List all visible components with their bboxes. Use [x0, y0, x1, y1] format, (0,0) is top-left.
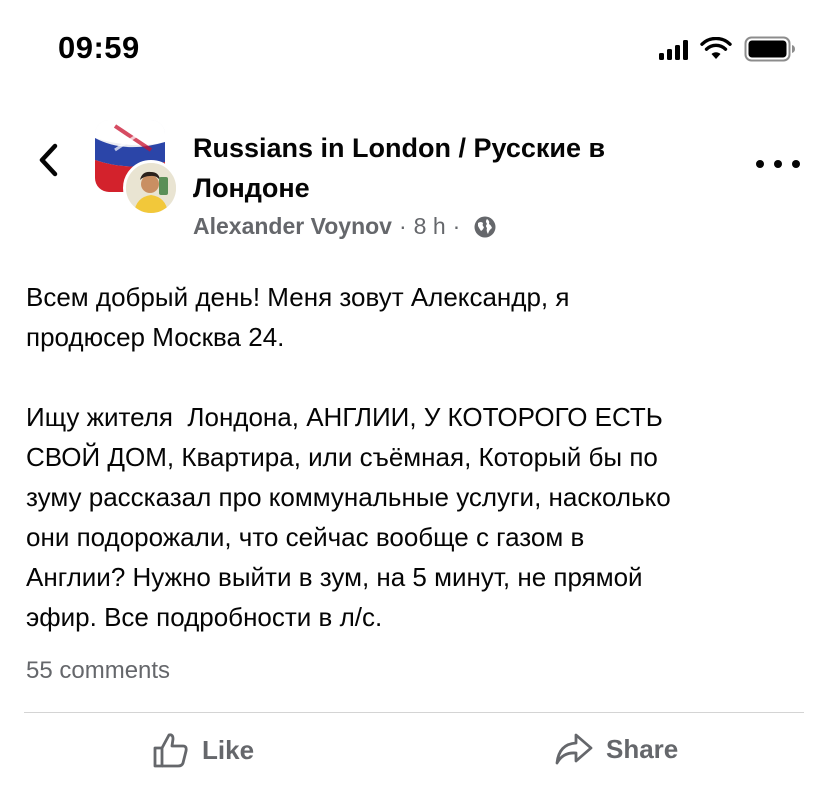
- divider: [24, 712, 804, 713]
- author-name[interactable]: Alexander Voynov: [193, 213, 392, 240]
- cellular-signal-icon: [659, 38, 688, 60]
- chevron-left-icon: [39, 143, 58, 177]
- status-icons: [659, 36, 796, 62]
- like-label: Like: [202, 734, 255, 765]
- back-button[interactable]: [28, 138, 68, 182]
- globe-icon: [473, 215, 497, 239]
- meta-separator: ·: [452, 213, 461, 239]
- like-button[interactable]: Like: [152, 731, 254, 769]
- comments-count[interactable]: 55 comments: [26, 657, 170, 685]
- group-name[interactable]: Russians in London / Русские в Лондоне: [193, 128, 693, 208]
- share-button[interactable]: Share: [554, 731, 678, 767]
- more-horizontal-icon: [756, 160, 764, 168]
- status-time: 09:59: [58, 30, 140, 65]
- meta-separator: ·: [398, 213, 407, 239]
- thumbs-up-icon: [153, 733, 188, 768]
- avatar-group[interactable]: [95, 120, 181, 216]
- post-time[interactable]: 8 h: [414, 213, 446, 240]
- more-options-button[interactable]: [756, 154, 800, 174]
- post-actions: Like Share: [0, 725, 828, 785]
- share-arrow-icon: [555, 733, 593, 765]
- wifi-icon: [700, 37, 732, 59]
- post-text: Всем добрый день! Меня зовут Александр, …: [26, 282, 671, 632]
- status-bar: 09:59: [0, 0, 828, 100]
- user-photo: [126, 163, 176, 213]
- share-label: Share: [606, 733, 679, 764]
- battery-icon: [744, 36, 795, 62]
- avatar[interactable]: [123, 160, 179, 216]
- post-meta: Alexander Voynov · 8 h ·: [193, 213, 497, 240]
- post-header: Russians in London / Русские в Лондоне A…: [0, 110, 828, 250]
